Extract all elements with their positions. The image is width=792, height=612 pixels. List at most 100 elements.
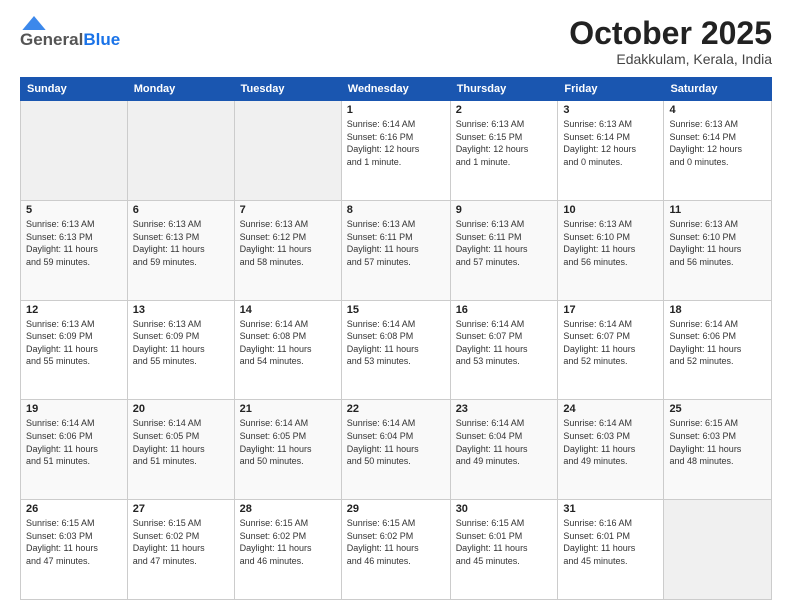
day-cell: 15 Sunrise: 6:14 AMSunset: 6:08 PMDayligh… [341, 300, 450, 400]
day-info: Sunrise: 6:15 AMSunset: 6:02 PMDaylight:… [347, 517, 445, 567]
day-number: 23 [456, 403, 553, 415]
day-cell: 17 Sunrise: 6:14 AMSunset: 6:07 PMDayligh… [558, 300, 664, 400]
col-wednesday: Wednesday [341, 78, 450, 101]
day-cell: 6 Sunrise: 6:13 AMSunset: 6:13 PMDaylight… [127, 200, 234, 300]
day-info: Sunrise: 6:14 AMSunset: 6:06 PMDaylight:… [669, 318, 766, 368]
day-number: 7 [240, 204, 336, 216]
day-number: 1 [347, 104, 445, 116]
calendar-page: General Blue October 2025 Edakkulam, Ker… [0, 0, 792, 612]
day-info: Sunrise: 6:14 AMSunset: 6:05 PMDaylight:… [133, 417, 229, 467]
day-cell: 26 Sunrise: 6:15 AMSunset: 6:03 PMDayligh… [21, 500, 128, 600]
day-info: Sunrise: 6:14 AMSunset: 6:07 PMDaylight:… [456, 318, 553, 368]
day-info: Sunrise: 6:15 AMSunset: 6:02 PMDaylight:… [240, 517, 336, 567]
day-info: Sunrise: 6:15 AMSunset: 6:01 PMDaylight:… [456, 517, 553, 567]
day-number: 26 [26, 503, 122, 515]
day-cell: 1 Sunrise: 6:14 AMSunset: 6:16 PMDaylight… [341, 101, 450, 201]
day-info: Sunrise: 6:14 AMSunset: 6:07 PMDaylight:… [563, 318, 658, 368]
logo-icon [22, 16, 46, 30]
day-cell: 5Sunrise: 6:13 AMSunset: 6:13 PMDaylight… [21, 200, 128, 300]
day-info: Sunrise: 6:14 AMSunset: 6:06 PMDaylight:… [26, 417, 122, 467]
day-cell: 20Sunrise: 6:14 AMSunset: 6:05 PMDayligh… [127, 400, 234, 500]
day-number: 24 [563, 403, 658, 415]
week-row-1: 5 Sunrise: 6:13 AMSunset: 6:13 PMDaylight… [21, 200, 772, 300]
day-cell: 11 Sunrise: 6:13 AMSunset: 6:10 PMDayligh… [664, 200, 772, 300]
week-row-2: 12 Sunrise: 6:13 AMSunset: 6:09 PMDayligh… [21, 300, 772, 400]
day-cell: 18 Sunrise: 6:14 AMSunset: 6:06 PMDayligh… [664, 300, 772, 400]
day-info: Sunrise: 6:13 AMSunset: 6:09 PMDaylight:… [26, 318, 122, 368]
day-info: Sunrise: 6:14 AMSunset: 6:05 PMDaylight:… [240, 417, 336, 467]
col-tuesday: Tuesday [234, 78, 341, 101]
day-number: 30 [456, 503, 553, 515]
logo-blue: Blue [83, 30, 120, 50]
day-number: 21 [240, 403, 336, 415]
day-number: 11 [669, 204, 766, 216]
day-info: Sunrise: 6:15 AMSunset: 6:03 PMDaylight:… [26, 517, 122, 567]
day-number: 16 [456, 304, 553, 316]
day-cell: 8Sunrise: 6:13 AMSunset: 6:11 PMDaylight… [341, 200, 450, 300]
day-number: 19 [26, 403, 122, 415]
day-cell: 4 Sunrise: 6:13 AMSunset: 6:14 PMDaylight… [664, 101, 772, 201]
col-thursday: Thursday [450, 78, 558, 101]
day-info: Sunrise: 6:13 AMSunset: 6:11 PMDaylight:… [456, 218, 553, 268]
day-number: 5 [26, 204, 122, 216]
day-number: 28 [240, 503, 336, 515]
month-title: October 2025 [569, 16, 772, 51]
title-block: October 2025 Edakkulam, Kerala, India [569, 16, 772, 67]
day-info: Sunrise: 6:15 AMSunset: 6:03 PMDaylight:… [669, 417, 766, 467]
day-cell: 25 Sunrise: 6:15 AMSunset: 6:03 PMDayligh… [664, 400, 772, 500]
day-cell: 16 Sunrise: 6:14 AMSunset: 6:07 PMDayligh… [450, 300, 558, 400]
week-row-3: 19 Sunrise: 6:14 AMSunset: 6:06 PMDayligh… [21, 400, 772, 500]
day-cell [127, 101, 234, 201]
day-info: Sunrise: 6:15 AMSunset: 6:02 PMDaylight:… [133, 517, 229, 567]
day-number: 13 [133, 304, 229, 316]
col-sunday: Sunday [21, 78, 128, 101]
day-info: Sunrise: 6:13 AMSunset: 6:14 PMDaylight:… [669, 118, 766, 168]
col-saturday: Saturday [664, 78, 772, 101]
day-number: 29 [347, 503, 445, 515]
day-cell: 24 Sunrise: 6:14 AMSunset: 6:03 PMDayligh… [558, 400, 664, 500]
day-info: Sunrise: 6:14 AMSunset: 6:03 PMDaylight:… [563, 417, 658, 467]
calendar-table: Sunday Monday Tuesday Wednesday Thursday… [20, 77, 772, 600]
day-number: 10 [563, 204, 658, 216]
day-number: 4 [669, 104, 766, 116]
day-number: 6 [133, 204, 229, 216]
day-number: 17 [563, 304, 658, 316]
day-number: 3 [563, 104, 658, 116]
day-cell: 19 Sunrise: 6:14 AMSunset: 6:06 PMDayligh… [21, 400, 128, 500]
day-info: Sunrise: 6:13 AMSunset: 6:14 PMDaylight:… [563, 118, 658, 168]
week-row-0: 1 Sunrise: 6:14 AMSunset: 6:16 PMDaylight… [21, 101, 772, 201]
day-cell: 22Sunrise: 6:14 AMSunset: 6:04 PMDayligh… [341, 400, 450, 500]
day-info: Sunrise: 6:13 AMSunset: 6:15 PMDaylight:… [456, 118, 553, 168]
day-cell [664, 500, 772, 600]
day-number: 25 [669, 403, 766, 415]
day-info: Sunrise: 6:14 AMSunset: 6:08 PMDaylight:… [347, 318, 445, 368]
logo-general: General [20, 30, 83, 50]
day-info: Sunrise: 6:14 AMSunset: 6:04 PMDaylight:… [347, 417, 445, 467]
day-cell: 14Sunrise: 6:14 AMSunset: 6:08 PMDayligh… [234, 300, 341, 400]
day-info: Sunrise: 6:13 AMSunset: 6:09 PMDaylight:… [133, 318, 229, 368]
header: General Blue October 2025 Edakkulam, Ker… [20, 16, 772, 67]
day-info: Sunrise: 6:14 AMSunset: 6:16 PMDaylight:… [347, 118, 445, 168]
day-number: 12 [26, 304, 122, 316]
day-cell: 27Sunrise: 6:15 AMSunset: 6:02 PMDayligh… [127, 500, 234, 600]
day-cell: 29 Sunrise: 6:15 AMSunset: 6:02 PMDayligh… [341, 500, 450, 600]
day-info: Sunrise: 6:13 AMSunset: 6:10 PMDaylight:… [669, 218, 766, 268]
day-cell: 3 Sunrise: 6:13 AMSunset: 6:14 PMDaylight… [558, 101, 664, 201]
day-cell: 13 Sunrise: 6:13 AMSunset: 6:09 PMDayligh… [127, 300, 234, 400]
col-friday: Friday [558, 78, 664, 101]
col-monday: Monday [127, 78, 234, 101]
day-cell: 7 Sunrise: 6:13 AMSunset: 6:12 PMDaylight… [234, 200, 341, 300]
header-row: Sunday Monday Tuesday Wednesday Thursday… [21, 78, 772, 101]
day-info: Sunrise: 6:13 AMSunset: 6:13 PMDaylight:… [133, 218, 229, 268]
day-number: 2 [456, 104, 553, 116]
day-number: 15 [347, 304, 445, 316]
day-cell [234, 101, 341, 201]
day-info: Sunrise: 6:13 AMSunset: 6:12 PMDaylight:… [240, 218, 336, 268]
day-cell: 21 Sunrise: 6:14 AMSunset: 6:05 PMDayligh… [234, 400, 341, 500]
day-cell: 10Sunrise: 6:13 AMSunset: 6:10 PMDayligh… [558, 200, 664, 300]
day-number: 9 [456, 204, 553, 216]
day-number: 18 [669, 304, 766, 316]
day-info: Sunrise: 6:13 AMSunset: 6:11 PMDaylight:… [347, 218, 445, 268]
day-info: Sunrise: 6:16 AMSunset: 6:01 PMDaylight:… [563, 517, 658, 567]
day-cell: 23Sunrise: 6:14 AMSunset: 6:04 PMDayligh… [450, 400, 558, 500]
